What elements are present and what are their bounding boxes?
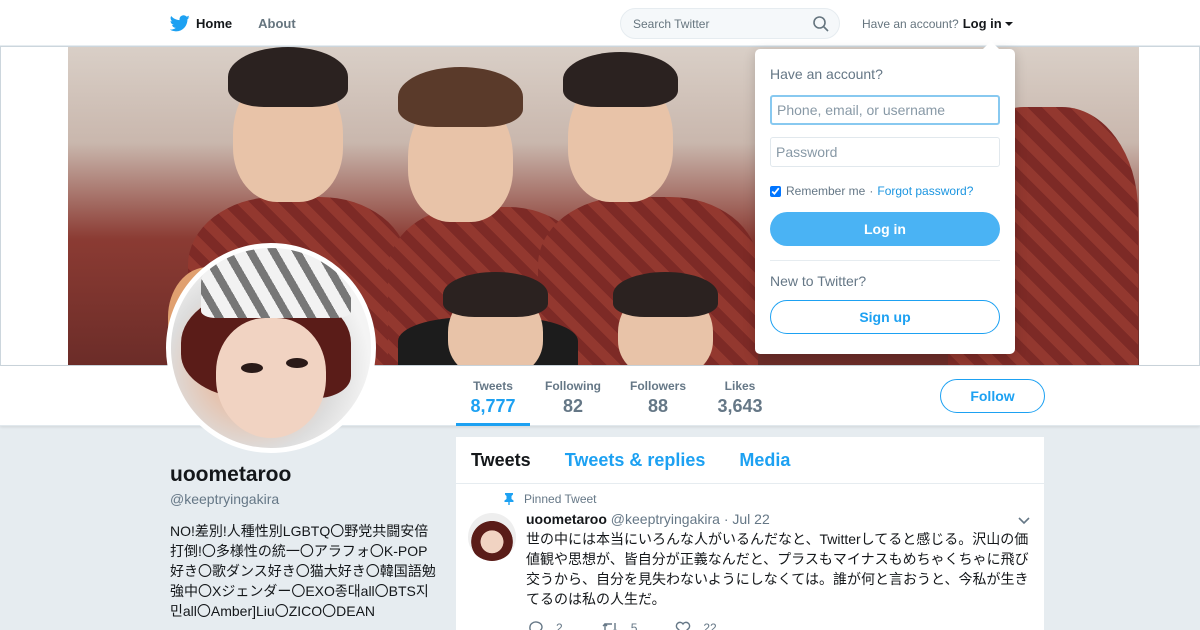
password-field[interactable]	[770, 137, 1000, 167]
twitter-bird-icon	[170, 14, 190, 31]
like-button[interactable]: 22	[675, 621, 717, 630]
stat-value: 82	[562, 396, 584, 416]
tab-media[interactable]: Media	[739, 450, 790, 471]
like-count: 22	[703, 621, 717, 630]
pinned-label-text: Pinned Tweet	[524, 492, 597, 506]
signup-button[interactable]: Sign up	[770, 300, 1000, 334]
pinned-tweet-label: Pinned Tweet	[504, 492, 597, 506]
remember-me-checkbox[interactable]	[770, 185, 781, 197]
chevron-down-icon[interactable]	[1018, 517, 1030, 525]
stat-following[interactable]: Following 82	[540, 366, 606, 426]
login-button[interactable]: Log in	[770, 212, 1000, 246]
tweet-date[interactable]: Jul 22	[732, 511, 769, 527]
profile-handle[interactable]: @keeptryingakira	[170, 491, 279, 507]
have-account-text: Have an account?	[862, 16, 959, 31]
stat-followers[interactable]: Followers 88	[626, 366, 690, 426]
tweet-header: uoometaroo @keeptryingakira · Jul 22	[526, 511, 770, 527]
tweet-author-handle[interactable]: @keeptryingakira	[611, 511, 720, 527]
divider	[770, 260, 1000, 261]
stat-label: Tweets	[473, 379, 513, 393]
tweet-actions: 2 5 22	[528, 621, 755, 630]
tweet-author-name[interactable]: uoometaroo	[526, 511, 607, 527]
timeline-tabs: Tweets Tweets & replies Media	[456, 437, 1044, 484]
profile-avatar[interactable]	[166, 243, 376, 453]
top-navigation-bar: Home About Have an account? Log in	[0, 0, 1200, 46]
reply-icon	[529, 621, 543, 630]
stat-label: Following	[545, 379, 601, 393]
stat-label: Followers	[629, 379, 686, 393]
timeline: Tweets Tweets & replies Media Pinned Twe…	[456, 437, 1044, 630]
stat-value: 3,643	[717, 396, 763, 416]
nav-about-label: About	[258, 15, 296, 31]
tweet-avatar[interactable]	[468, 513, 516, 561]
stat-value: 88	[647, 396, 669, 416]
stat-tweets[interactable]: Tweets 8,777	[456, 366, 530, 426]
login-menu-toggle[interactable]: Have an account? Log in	[862, 16, 1013, 31]
retweet-count: 5	[630, 621, 638, 630]
stat-likes[interactable]: Likes 3,643	[712, 366, 768, 426]
tab-tweets[interactable]: Tweets	[471, 450, 531, 471]
tweet-text: 世の中には本当にいろんな人がいるんだなと、Twitterしてると感じる。沢山の価…	[526, 531, 1029, 607]
retweet-button[interactable]: 5	[601, 621, 638, 630]
remember-me-row: Remember me · Forgot password?	[770, 184, 973, 198]
caret-down-icon	[1004, 21, 1013, 26]
forgot-password-link[interactable]: Forgot password?	[877, 184, 973, 198]
nav-left: Home About	[170, 0, 322, 46]
tweet-dot: ·	[723, 511, 729, 527]
profile-name[interactable]: uoometaroo	[170, 463, 291, 487]
follow-button[interactable]: Follow	[940, 379, 1045, 413]
login-dropdown-title: Have an account?	[770, 66, 883, 82]
new-to-twitter-text: New to Twitter?	[770, 273, 867, 289]
remember-me-label[interactable]: Remember me	[786, 184, 865, 198]
retweet-icon	[602, 623, 617, 630]
profile-bio: NO!差別!人種性別LGBTQ〇野党共闘安倍打倒!〇多様性の統一〇アラフォ〇K-…	[170, 523, 436, 619]
search-box	[620, 8, 840, 39]
nav-home-label: Home	[196, 15, 233, 31]
separator-dot: ·	[869, 184, 874, 198]
stat-label: Likes	[724, 379, 756, 393]
reply-count: 2	[556, 621, 563, 630]
username-field[interactable]	[770, 95, 1000, 125]
heart-icon	[676, 621, 691, 630]
reply-button[interactable]: 2	[528, 621, 563, 630]
nav-about[interactable]: About	[258, 16, 296, 31]
search-icon[interactable]	[813, 16, 829, 32]
stat-value: 8,777	[470, 396, 516, 416]
login-link-label: Log in	[962, 16, 1002, 31]
nav-home[interactable]: Home	[170, 14, 233, 32]
login-dropdown: Have an account? Remember me · Forgot pa…	[755, 41, 1015, 354]
pin-icon	[504, 493, 514, 505]
tab-tweets-and-replies[interactable]: Tweets & replies	[565, 450, 706, 471]
search-input[interactable]	[621, 9, 801, 38]
